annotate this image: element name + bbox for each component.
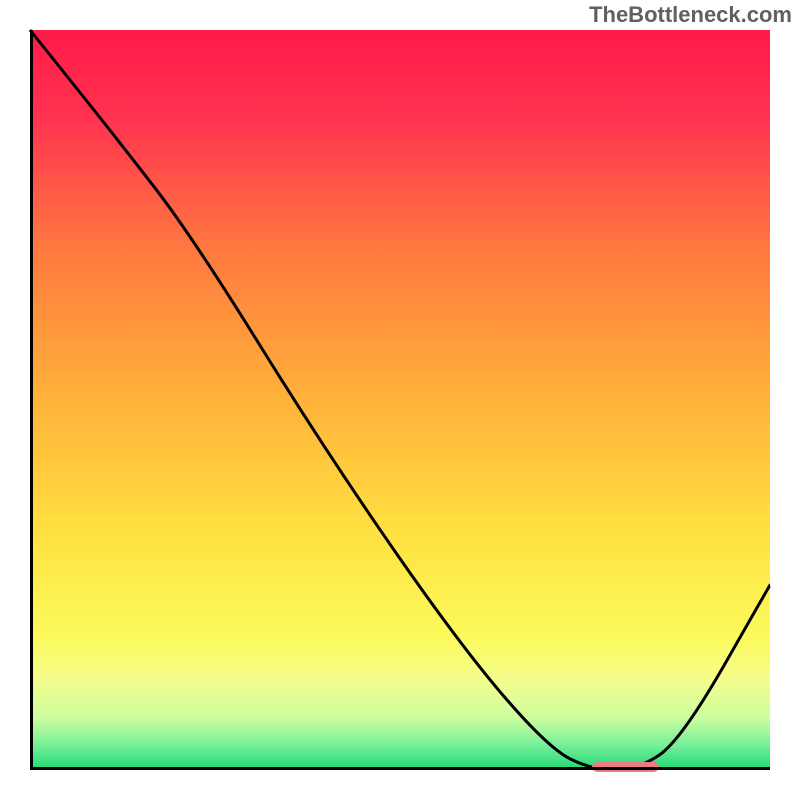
watermark-text: TheBottleneck.com [589, 2, 792, 28]
plot-area [30, 30, 770, 770]
bottleneck-curve [30, 30, 770, 770]
optimal-range-marker [592, 762, 659, 772]
chart-frame: TheBottleneck.com [0, 0, 800, 800]
curve-path [30, 30, 770, 770]
